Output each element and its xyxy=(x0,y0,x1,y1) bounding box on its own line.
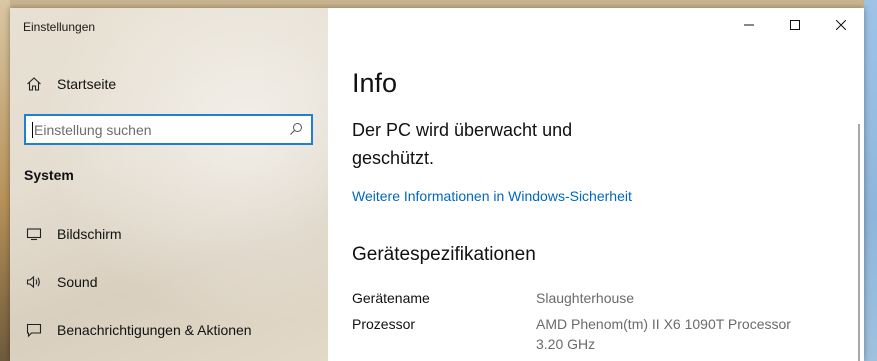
sidebar-item-label: Sound xyxy=(57,274,98,290)
notification-icon xyxy=(24,320,44,340)
spec-value: AMD Phenom(tm) II X6 1090T Processor 3.2… xyxy=(536,314,791,354)
minimize-icon xyxy=(744,17,754,35)
spec-value-line: 3.20 GHz xyxy=(536,336,596,352)
scrollbar[interactable] xyxy=(858,124,860,361)
window-title: Einstellungen xyxy=(23,20,96,34)
specs-heading: Gerätespezifikationen xyxy=(352,244,536,265)
main-content: Info Der PC wird überwacht und geschützt… xyxy=(328,8,864,361)
maximize-button[interactable] xyxy=(772,8,818,44)
speaker-icon xyxy=(24,272,44,292)
search-icon[interactable] xyxy=(289,122,303,141)
page-title: Info xyxy=(352,68,398,98)
spec-value: Slaughterhouse xyxy=(536,290,635,306)
sidebar-item-label: Benachrichtigungen & Aktionen xyxy=(57,322,252,338)
spec-value-line: AMD Phenom(tm) II X6 1090T Processor xyxy=(536,316,791,332)
sidebar-item-display[interactable]: Bildschirm xyxy=(24,222,122,246)
sidebar-item-sound[interactable]: Sound xyxy=(24,270,97,294)
desktop-background-right xyxy=(864,0,877,361)
text-cursor xyxy=(32,121,33,138)
spec-row-device-name: Gerätename Slaughterhouse xyxy=(352,288,832,308)
security-status-text: Der PC wird überwacht und geschützt. xyxy=(352,120,573,168)
sidebar-item-home[interactable]: Startseite xyxy=(24,72,116,96)
maximize-icon xyxy=(790,17,800,35)
sidebar-item-label: Startseite xyxy=(57,76,117,92)
close-icon xyxy=(835,17,847,35)
desktop-background-left xyxy=(0,0,10,361)
search-input[interactable] xyxy=(34,121,274,138)
sidebar-item-notifications[interactable]: Benachrichtigungen & Aktionen xyxy=(24,318,252,342)
minimize-button[interactable] xyxy=(726,8,772,44)
close-button[interactable] xyxy=(818,8,864,44)
spec-label: Prozessor xyxy=(352,316,416,332)
spec-label: Gerätename xyxy=(352,290,430,306)
window-controls xyxy=(726,8,864,44)
spec-row-processor: Prozessor AMD Phenom(tm) II X6 1090T Pro… xyxy=(352,314,832,354)
sidebar: Einstellungen Startseite System xyxy=(10,8,328,361)
settings-window: Einstellungen Startseite System xyxy=(10,8,864,361)
section-header-system: System xyxy=(24,167,74,183)
sidebar-item-label: Bildschirm xyxy=(57,226,122,242)
search-box[interactable] xyxy=(24,114,313,145)
home-icon xyxy=(24,74,44,94)
security-info-link[interactable]: Weitere Informationen in Windows-Sicherh… xyxy=(352,188,632,204)
monitor-icon xyxy=(24,224,44,244)
